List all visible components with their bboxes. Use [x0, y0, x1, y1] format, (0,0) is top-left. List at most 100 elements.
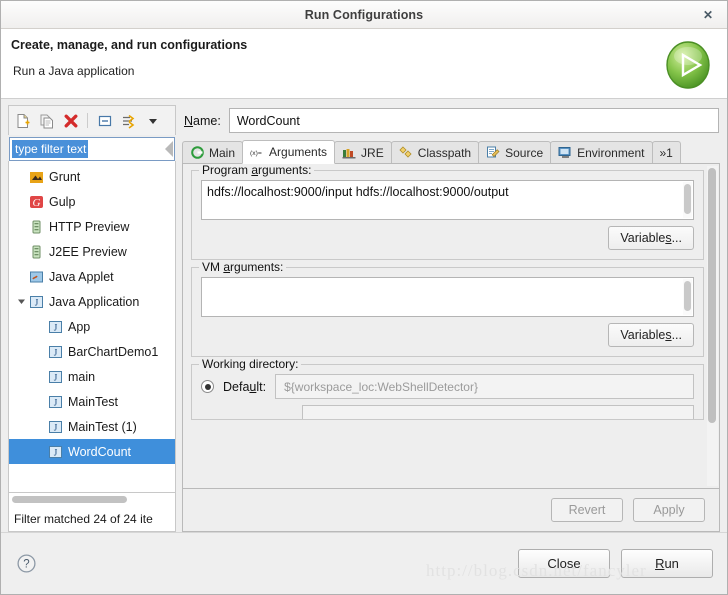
- tree-item-gulp[interactable]: G Gulp: [9, 189, 175, 214]
- tab-arguments[interactable]: (x)= Arguments: [242, 140, 336, 164]
- dialog-header: Create, manage, and run configurations R…: [1, 29, 727, 99]
- duplicate-configuration-icon[interactable]: [37, 111, 56, 130]
- tab-source[interactable]: Source: [478, 141, 552, 163]
- default-directory-input[interactable]: ${workspace_loc:WebShellDetector}: [275, 374, 694, 399]
- tab-overflow[interactable]: »1: [651, 141, 681, 163]
- header-subtitle: Run a Java application: [13, 64, 135, 78]
- default-directory-value: ${workspace_loc:WebShellDetector}: [284, 379, 478, 394]
- tree-item-label: J2EE Preview: [49, 244, 127, 259]
- tree-item-label: HTTP Preview: [49, 219, 130, 234]
- java-app-icon: J: [47, 444, 64, 460]
- apply-button[interactable]: Apply: [633, 498, 705, 522]
- name-row: Name: WordCount: [182, 105, 720, 140]
- tree-item-grunt[interactable]: Grunt: [9, 164, 175, 189]
- close-icon[interactable]: ✕: [699, 6, 717, 24]
- tab-label: »1: [659, 145, 673, 160]
- environment-tab-icon: [558, 146, 573, 160]
- tree-item-label: main: [68, 369, 96, 384]
- tab-label: Main: [209, 145, 236, 160]
- tree-item-maintest-1[interactable]: J MainTest (1): [9, 414, 175, 439]
- tree-item-label: App: [68, 319, 91, 334]
- tab-classpath[interactable]: Classpath: [390, 141, 480, 163]
- view-menu-chevron-icon[interactable]: [143, 111, 162, 130]
- svg-text:(x)=: (x)=: [250, 150, 262, 157]
- filter-input-value[interactable]: type filter text: [12, 140, 89, 158]
- classpath-tab-icon: [399, 146, 414, 160]
- dialog-body: type filter text Grunt G Gulp HTTP Previ…: [1, 99, 727, 532]
- filter-input[interactable]: type filter text: [9, 137, 175, 161]
- tree-item-wordcount[interactable]: J WordCount: [9, 439, 175, 464]
- server-icon: [28, 219, 45, 235]
- java-applet-icon: [28, 269, 45, 285]
- gulp-icon: G: [28, 194, 45, 210]
- tree-horizontal-scrollbar[interactable]: [8, 493, 176, 506]
- program-arguments-input[interactable]: hdfs://localhost:9000/input hdfs://local…: [201, 180, 694, 220]
- tree-item-label: BarChartDemo1: [68, 344, 159, 359]
- run-button[interactable]: Run: [621, 549, 713, 578]
- svg-text:J: J: [54, 372, 58, 382]
- default-radio[interactable]: [201, 380, 214, 393]
- tab-label: Environment: [577, 145, 645, 160]
- apply-revert-bar: Revert Apply: [182, 489, 720, 532]
- configurations-panel: type filter text Grunt G Gulp HTTP Previ…: [8, 105, 176, 532]
- new-configuration-icon[interactable]: [13, 111, 32, 130]
- tree-item-j2ee-preview[interactable]: J2EE Preview: [9, 239, 175, 264]
- toolbar-separator: [87, 113, 88, 128]
- configuration-editor: Name: WordCount Main (x)= Arguments JRE …: [182, 105, 720, 532]
- tree-item-http-preview[interactable]: HTTP Preview: [9, 214, 175, 239]
- expand-twisty-icon[interactable]: [15, 297, 28, 306]
- help-icon[interactable]: ?: [15, 553, 37, 575]
- svg-text:J: J: [54, 347, 58, 357]
- working-directory-default-row: Default: ${workspace_loc:WebShellDetecto…: [201, 374, 694, 399]
- java-app-icon: J: [28, 294, 45, 310]
- dialog-footer: ? http://blog.csdn.net/fancyler Close Ru…: [1, 532, 727, 594]
- tab-content-scrollbar[interactable]: [707, 166, 718, 486]
- tree-item-java-application[interactable]: J Java Application: [9, 289, 175, 314]
- tree-scroll-thumb[interactable]: [12, 496, 128, 503]
- header-title: Create, manage, and run configurations: [11, 38, 248, 52]
- tree-item-app[interactable]: J App: [9, 314, 175, 339]
- main-tab-icon: [190, 146, 205, 160]
- vm-arguments-input[interactable]: [201, 277, 694, 317]
- tab-label: Source: [505, 145, 544, 160]
- tab-environment[interactable]: Environment: [550, 141, 653, 163]
- tree-item-barchartdemo1[interactable]: J BarChartDemo1: [9, 339, 175, 364]
- close-button[interactable]: Close: [518, 549, 610, 578]
- tree-item-main[interactable]: J main: [9, 364, 175, 389]
- tree-item-maintest[interactable]: J MainTest: [9, 389, 175, 414]
- program-arguments-button-row: Variables...: [201, 226, 694, 250]
- tree-item-label: Grunt: [49, 169, 81, 184]
- program-arguments-scroll-thumb[interactable]: [684, 184, 691, 214]
- revert-button[interactable]: Revert: [551, 498, 623, 522]
- filter-status-label: Filter matched 24 of 24 ite: [8, 506, 176, 532]
- program-arguments-value: hdfs://localhost:9000/input hdfs://local…: [207, 185, 509, 199]
- tab-jre[interactable]: JRE: [334, 141, 392, 163]
- configurations-tree[interactable]: Grunt G Gulp HTTP Preview J2EE Preview J…: [8, 161, 176, 493]
- tab-main[interactable]: Main: [182, 141, 244, 163]
- filter-launch-icon[interactable]: [119, 111, 138, 130]
- working-directory-group: Working directory: Default: ${workspace_…: [191, 357, 704, 420]
- program-variables-button[interactable]: Variables...: [608, 226, 694, 250]
- title-bar: Run Configurations ✕: [1, 1, 727, 29]
- filter-clear-arrow-icon[interactable]: [165, 141, 173, 157]
- java-app-icon: J: [47, 319, 64, 335]
- svg-text:?: ?: [23, 559, 29, 571]
- jre-tab-icon: [342, 146, 357, 160]
- vm-variables-button[interactable]: Variables...: [608, 323, 694, 347]
- run-configurations-dialog: Run Configurations ✕ Create, manage, and…: [0, 0, 728, 595]
- tab-bar: Main (x)= Arguments JRE Classpath Source…: [182, 140, 720, 164]
- collapse-all-icon[interactable]: [95, 111, 114, 130]
- tab-content-scroll-thumb[interactable]: [708, 168, 716, 423]
- tree-item-java-applet[interactable]: Java Applet: [9, 264, 175, 289]
- name-input[interactable]: WordCount: [228, 108, 719, 133]
- svg-text:J: J: [35, 297, 39, 307]
- arguments-tab-content: Program arguments: hdfs://localhost:9000…: [182, 164, 720, 489]
- working-directory-legend: Working directory:: [199, 357, 302, 371]
- delete-configuration-icon[interactable]: [61, 111, 80, 130]
- arguments-tab-icon: (x)=: [250, 145, 265, 159]
- tree-item-label: WordCount: [68, 444, 131, 459]
- tree-item-label: MainTest: [68, 394, 119, 409]
- other-directory-input[interactable]: [302, 405, 694, 419]
- vm-arguments-scroll-thumb[interactable]: [684, 281, 691, 311]
- program-arguments-legend: Program arguments:: [199, 164, 315, 177]
